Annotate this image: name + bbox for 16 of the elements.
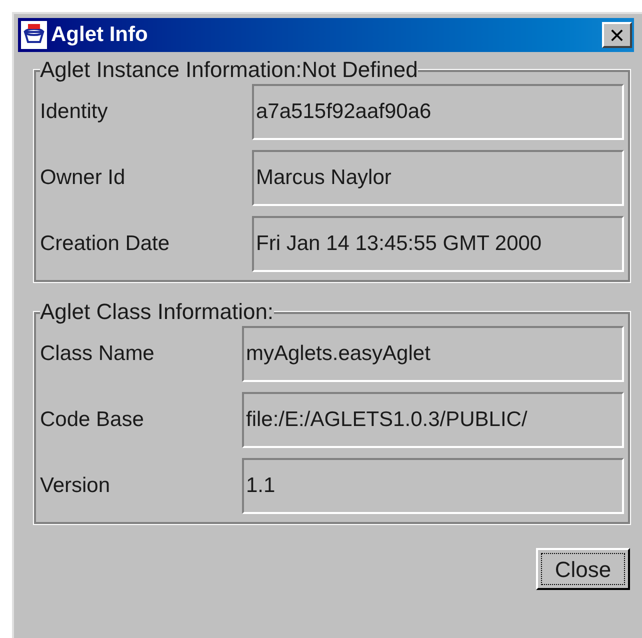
field-label: Identity	[40, 99, 109, 126]
field-label: Owner Id	[40, 165, 126, 192]
value-field[interactable]: 1.1	[242, 458, 624, 514]
app-icon	[20, 20, 48, 50]
window-title: Aglet Info	[51, 22, 148, 48]
close-button[interactable]: Close	[536, 548, 630, 590]
field-label: Code Base	[40, 407, 145, 434]
field-label: Creation Date	[40, 231, 171, 258]
field-label: Version	[40, 473, 112, 500]
value-field[interactable]: file:/E:/AGLETS1.0.3/PUBLIC/	[242, 392, 624, 448]
value-field[interactable]: Marcus Naylor	[252, 150, 624, 206]
field-label: Class Name	[40, 341, 156, 368]
value-field[interactable]: Fri Jan 14 13:45:55 GMT 2000	[252, 216, 624, 272]
close-button[interactable]: ×	[602, 22, 632, 48]
value-field[interactable]: a7a515f92aaf90a6	[252, 84, 624, 140]
value-field[interactable]: myAglets.easyAglet	[242, 326, 624, 382]
